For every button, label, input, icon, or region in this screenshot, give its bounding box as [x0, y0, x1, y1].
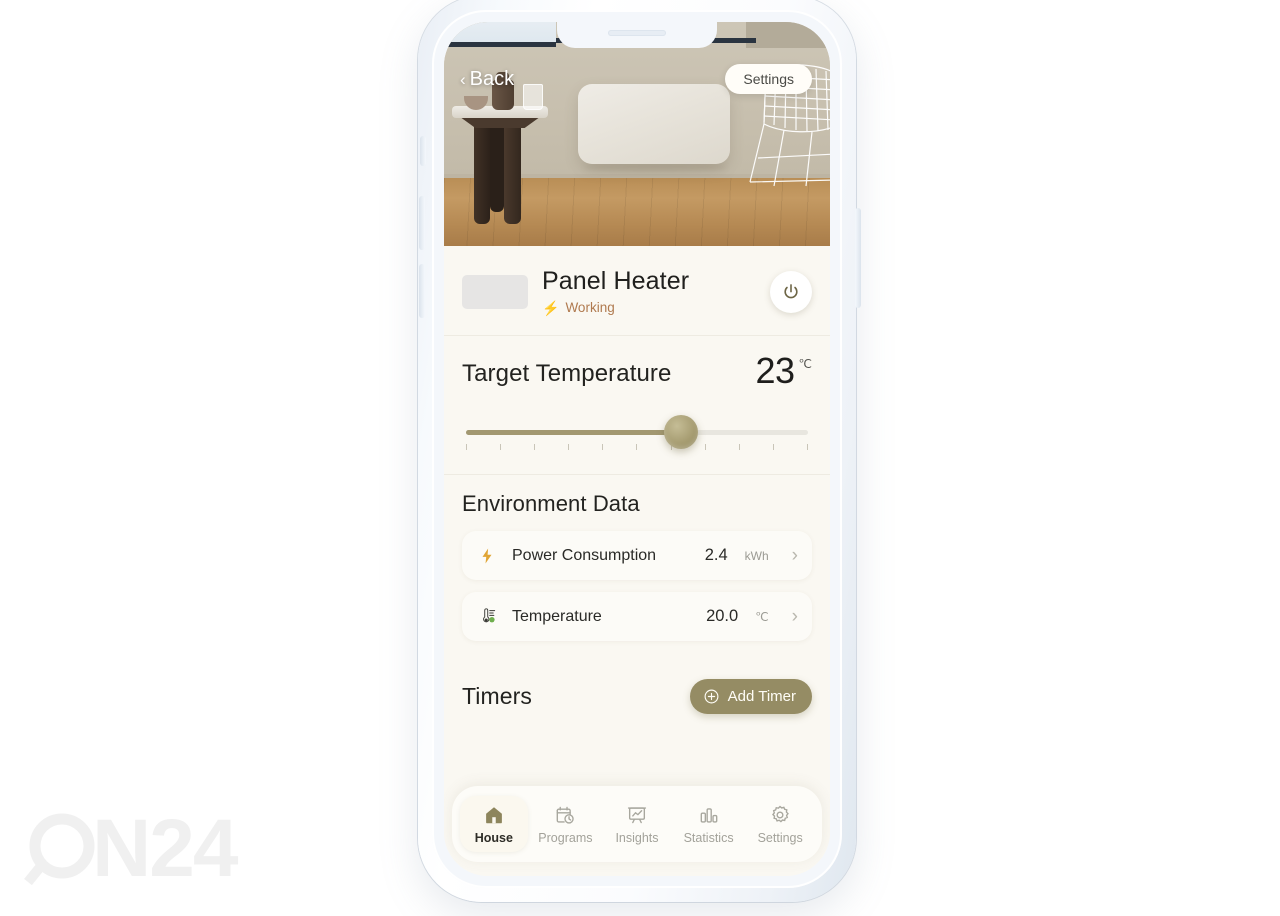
slider-tick [636, 444, 638, 451]
scene-table-leg-left [474, 126, 490, 224]
env-row-label: Power Consumption [512, 546, 657, 564]
device-header: Panel Heater ⚡ Working [444, 246, 830, 335]
env-row-label: Temperature [512, 607, 602, 625]
phone-mockup: ‹ Back Settings Panel Heater ⚡ Working T… [410, 0, 870, 916]
tab-label: Insights [615, 831, 659, 845]
timers-title: Timers [462, 683, 533, 710]
silent-switch[interactable] [420, 136, 426, 166]
slider-ticks [466, 444, 808, 452]
house-icon [485, 807, 502, 824]
device-status: ⚡ Working [542, 300, 756, 315]
target-temperature-slider[interactable] [462, 415, 812, 452]
environment-data-section: Environment Data Power Consumption 2.4 k… [444, 475, 830, 667]
hero-settings-label: Settings [743, 71, 794, 87]
bottom-tab-bar: House Programs Insights Statistics Setti… [452, 786, 822, 862]
timers-section: Timers Add Timer [444, 667, 830, 732]
slider-fill [466, 430, 676, 436]
tab-label: House [474, 831, 513, 845]
tab-label: Settings [757, 831, 803, 845]
slider-tick [466, 444, 467, 451]
env-row-value: 20.0 [706, 607, 739, 626]
chevron-left-icon: ‹ [460, 69, 466, 89]
target-temperature-section: Target Temperature 23 ℃ [444, 336, 830, 474]
calendar-clock-icon [557, 806, 575, 824]
bolt-icon [476, 547, 498, 565]
plus-circle-icon [704, 689, 719, 704]
volume-down-button[interactable] [419, 264, 425, 318]
power-icon [784, 283, 798, 298]
tab-label: Statistics [683, 831, 734, 845]
presentation-chart-icon [627, 807, 647, 824]
chevron-right-icon: › [791, 606, 798, 628]
device-text-group: Panel Heater ⚡ Working [542, 267, 756, 316]
back-button-label: Back [469, 68, 515, 90]
slider-tick [772, 444, 774, 451]
tab-insights[interactable]: Insights [603, 796, 671, 852]
add-timer-button[interactable]: Add Timer [689, 679, 812, 715]
slider-tick [534, 444, 536, 451]
target-temperature-value: 23 [755, 350, 795, 391]
env-row-unit: kWh [744, 548, 769, 563]
bolt-icon: ⚡ [542, 299, 560, 316]
target-temperature-unit: ℃ [798, 357, 812, 371]
tab-settings[interactable]: Settings [746, 796, 814, 852]
back-button[interactable]: ‹ Back [460, 68, 514, 91]
device-hero-photo: ‹ Back Settings [444, 22, 830, 246]
slider-tick [568, 444, 570, 451]
svg-text:N24: N24 [92, 803, 239, 894]
volume-up-button[interactable] [419, 196, 425, 250]
scene-glass [523, 84, 543, 110]
scene-window [444, 22, 556, 47]
env-row-temperature[interactable]: Temperature 20.0 ℃ › [462, 592, 812, 642]
environment-data-title: Environment Data [462, 491, 640, 517]
env-row-value: 2.4 [704, 546, 728, 565]
slider-tick [806, 444, 808, 451]
add-timer-label: Add Timer [727, 688, 796, 706]
tab-programs[interactable]: Programs [531, 796, 599, 852]
tab-house[interactable]: House [459, 796, 528, 852]
power-toggle-button[interactable] [770, 270, 812, 313]
tab-statistics[interactable]: Statistics [675, 796, 743, 852]
scene-table-leg-right [504, 126, 521, 224]
target-temperature-header: Target Temperature 23 ℃ [462, 350, 812, 391]
slider-tick [704, 444, 706, 451]
content-sheet: Panel Heater ⚡ Working Target Temperatur… [444, 246, 830, 876]
phone-screen: ‹ Back Settings Panel Heater ⚡ Working T… [444, 22, 830, 876]
env-row-power-consumption[interactable]: Power Consumption 2.4 kWh › [462, 531, 812, 581]
device-status-label: Working [565, 300, 615, 315]
on24-watermark: N24 [18, 798, 258, 898]
chevron-right-icon: › [791, 545, 798, 567]
target-temperature-readout: 23 ℃ [755, 350, 812, 391]
slider-tick [602, 444, 604, 451]
earpiece-speaker-icon [608, 30, 666, 36]
bar-chart-icon [700, 808, 717, 823]
slider-tick [500, 444, 502, 451]
thermometer-icon [476, 607, 498, 626]
scene-panel-heater [578, 84, 730, 164]
target-temperature-label: Target Temperature [462, 360, 672, 388]
scene-wall-right [746, 22, 830, 48]
hero-settings-button[interactable]: Settings [725, 64, 812, 94]
notch [557, 22, 717, 48]
gear-icon [772, 805, 790, 823]
device-thumbnail [462, 274, 528, 309]
slider-tick [738, 444, 740, 451]
env-row-unit: ℃ [755, 609, 769, 624]
scene-table-leg-back [490, 126, 504, 212]
device-name: Panel Heater [542, 267, 690, 295]
slider-thumb[interactable] [664, 415, 698, 450]
side-power-button[interactable] [855, 208, 861, 308]
tab-label: Programs [538, 831, 593, 845]
